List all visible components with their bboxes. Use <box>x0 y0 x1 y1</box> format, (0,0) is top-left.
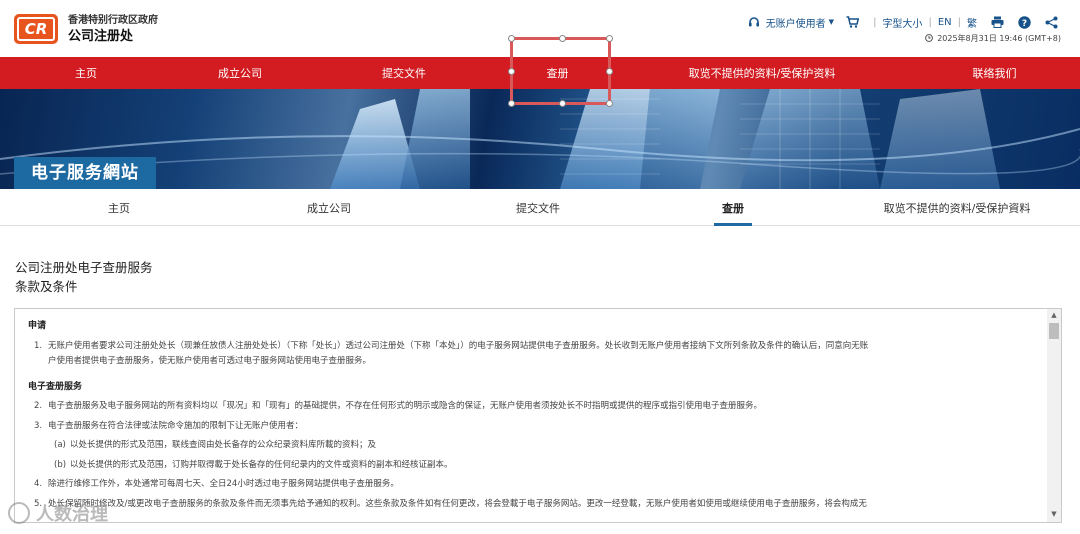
item-text: 处长保留随时修改及/或更改电子查册服务的条款及条件而无须事先给予通知的权利。这些… <box>48 498 867 509</box>
svg-text:?: ? <box>1022 19 1027 29</box>
datetime-display: 2025年8月31日 19:46 (GMT+8) <box>925 33 1061 44</box>
logo-text: CR <box>17 17 55 41</box>
item-number: 1. <box>34 340 43 351</box>
org-line1: 香港特别行政区政府 <box>68 15 158 26</box>
terms-item: 2. 电子查册服务及电子服务网站的所有资料均以「现况」和「现有」的基础提供，不存… <box>28 399 1013 415</box>
terms-subitem: (a) 以处长提供的形式及范围，联线查阅由处长备存的公众纪录资料库所載的资料；及 <box>28 438 1013 454</box>
print-icon[interactable] <box>991 16 1004 28</box>
datetime-text: 2025年8月31日 19:46 (GMT+8) <box>937 34 1061 43</box>
subitem-number: (a) <box>54 440 66 450</box>
hero-banner: 电子服务網站 <box>0 89 1080 189</box>
item-number: 4. <box>34 479 43 489</box>
cart-icon[interactable] <box>846 16 860 28</box>
item-text: 无账户使用者要求公司注册处处长（现兼任放债人注册处处长）（下称「处长」）透过公司… <box>48 339 868 370</box>
site-header: CR 香港特别行政区政府 公司注册处 无账户使用者 ▼ | 字型大小 | EN … <box>0 0 1080 57</box>
terms-scrollbar[interactable]: ▲ ▼ <box>1047 309 1061 522</box>
cr-logo[interactable]: CR <box>14 14 58 44</box>
section-heading-search-service: 电子查册服务 <box>28 381 83 392</box>
header-tools: 无账户使用者 ▼ | 字型大小 | EN | 繁 ? <box>748 13 1058 31</box>
watermark-text: 人数治理 <box>36 504 108 525</box>
active-tab-indicator <box>714 223 752 226</box>
terms-item: 1. 无账户使用者要求公司注册处处长（现兼任放债人注册处处长）（下称「处长」）透… <box>28 339 1013 370</box>
scroll-up-icon[interactable]: ▲ <box>1047 311 1061 321</box>
divider: | <box>873 16 877 28</box>
divider: | <box>957 16 961 28</box>
item-number: 2. <box>34 401 43 411</box>
section-heading-application: 申请 <box>28 321 47 331</box>
terms-subitem: (b) 以处长提供的形式及范围，订购并取得載于处长备存的任何纪录内的文件或资料的… <box>28 458 1013 474</box>
terms-item: 3. 电子查册服务在符合法律或法院命令施加的限制下让无账户使用者： <box>28 419 1013 435</box>
utility-icons: ? <box>991 15 1058 29</box>
share-icon[interactable] <box>1045 16 1058 29</box>
user-label: 无账户使用者 <box>765 18 826 30</box>
item-text: 电子查册服务及电子服务网站的所有资料均以「现况」和「现有」的基础提供，不存在任何… <box>48 401 763 411</box>
page-title: 公司注册处电子查册服务 <box>15 260 153 275</box>
help-icon[interactable]: ? <box>1018 15 1031 29</box>
subnav-item-search[interactable]: 查册 <box>693 189 773 226</box>
terms-item: 4. 除进行维修工作外，本处通常可每周七天、全日24小时透过电子服务网站提供电子… <box>28 477 1013 493</box>
subnav-item-filing[interactable]: 提交文件 <box>483 189 593 226</box>
terms-box[interactable]: 申请 1. 无账户使用者要求公司注册处处长（现兼任放债人注册处处长）（下称「处长… <box>14 308 1062 523</box>
nav-item-contact[interactable]: 联络我们 <box>909 57 1080 89</box>
nav-item-home[interactable]: 主页 <box>0 57 172 89</box>
user-menu[interactable]: 无账户使用者 ▼ <box>748 15 834 30</box>
org-line2: 公司注册处 <box>68 29 134 44</box>
clock-icon <box>925 33 934 44</box>
item-text-line: 户使用者提供电子查册服务，使无账户使用者可透过电子服务网站使用电子查册服务。 <box>48 356 372 366</box>
lang-trad-link[interactable]: 繁 <box>967 15 977 30</box>
watermark-logo-icon <box>8 502 30 524</box>
terms-item: 5. 处长保留随时修改及/或更改电子查册服务的条款及条件而无须事先给予通知的权利… <box>28 497 1013 513</box>
page-subtitle: 条款及条件 <box>15 279 78 294</box>
scroll-down-icon[interactable]: ▼ <box>1047 510 1061 520</box>
item-text: 电子查册服务在符合法律或法院命令施加的限制下让无账户使用者： <box>48 420 304 431</box>
subnav-item-protected-info[interactable]: 取览不提供的资料/受保护資料 <box>872 189 1042 226</box>
nav-item-incorporation[interactable]: 成立公司 <box>172 57 308 89</box>
subnav-item-home[interactable]: 主页 <box>64 189 174 226</box>
nav-item-search[interactable]: 查册 <box>500 57 615 89</box>
headset-icon <box>748 16 760 28</box>
caret-down-icon: ▼ <box>828 18 835 26</box>
banner-title: 电子服务網站 <box>14 157 156 189</box>
divider: | <box>928 16 932 28</box>
lang-en-link[interactable]: EN <box>938 17 952 28</box>
font-size-link[interactable]: 字型大小 <box>882 15 922 30</box>
subitem-text: 以处长提供的形式及范围，订购并取得載于处长备存的任何纪录内的文件或资料的副本和经… <box>70 459 453 470</box>
subitem-number: (b) <box>54 459 67 470</box>
item-text: 除进行维修工作外，本处通常可每周七天、全日24小时透过电子服务网站提供电子查册服… <box>48 479 399 489</box>
org-name: 香港特别行政区政府 公司注册处 <box>68 15 158 45</box>
nav-item-filing[interactable]: 提交文件 <box>308 57 500 89</box>
watermark: 人数治理 <box>8 500 108 526</box>
item-number: 3. <box>34 420 43 431</box>
subitem-text: 以处长提供的形式及范围，联线查阅由处长备存的公众纪录资料库所載的资料；及 <box>70 440 377 450</box>
nav-item-protected-info[interactable]: 取览不提供的资料/受保护资料 <box>615 57 909 89</box>
banner-skyline-image <box>0 89 1080 189</box>
terms-content: 申请 1. 无账户使用者要求公司注册处处长（现兼任放债人注册处处长）（下称「处长… <box>28 319 1013 512</box>
sub-nav: 主页 成立公司 提交文件 查册 取览不提供的资料/受保护資料 <box>0 189 1080 226</box>
subnav-item-incorporation[interactable]: 成立公司 <box>274 189 384 226</box>
main-nav: 主页 成立公司 提交文件 查册 取览不提供的资料/受保护资料 联络我们 <box>0 57 1080 89</box>
scroll-thumb[interactable] <box>1049 323 1059 339</box>
item-text-line: 无账户使用者要求公司注册处处长（现兼任放债人注册处处长）（下称「处长」）透过公司… <box>48 340 869 351</box>
